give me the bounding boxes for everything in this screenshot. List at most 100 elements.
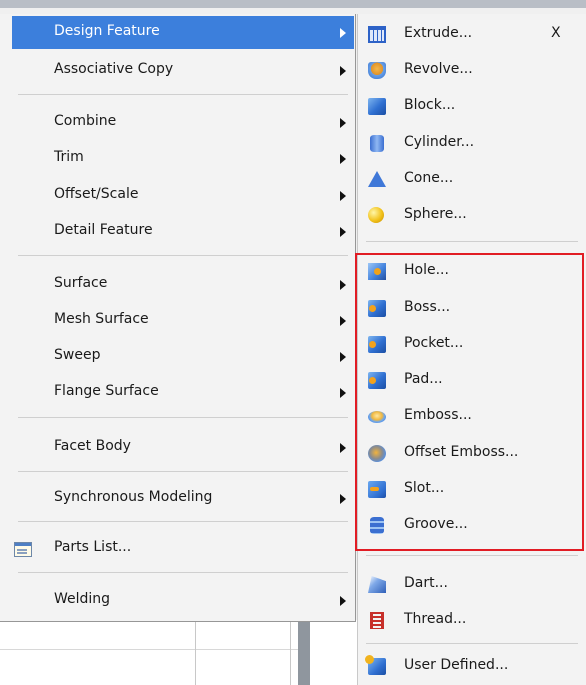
- submenu-item-sphere[interactable]: Sphere...: [358, 199, 586, 232]
- slot-icon: [368, 481, 386, 498]
- submenu-item-label: User Defined...: [404, 657, 509, 673]
- submenu-item-thread[interactable]: Thread...: [358, 604, 586, 637]
- submenu-arrow-icon: [340, 66, 346, 76]
- submenu-item-label: Thread...: [404, 611, 467, 627]
- submenu-item-user-defined[interactable]: User Defined...: [358, 650, 586, 683]
- menu-separator: [18, 521, 348, 522]
- parts-list-icon: [14, 542, 32, 557]
- menu-item-label: Synchronous Modeling: [54, 489, 213, 505]
- background-col-divider: [195, 620, 196, 685]
- menu-item-label: Design Feature: [54, 23, 160, 39]
- cylinder-icon: [370, 135, 384, 152]
- submenu-arrow-icon: [340, 191, 346, 201]
- submenu-item-boss[interactable]: Boss...: [358, 292, 586, 325]
- submenu-item-emboss[interactable]: Emboss...: [358, 400, 586, 433]
- submenu-item-cylinder[interactable]: Cylinder...: [358, 127, 586, 160]
- submenu-arrow-icon: [340, 352, 346, 362]
- cone-icon: [368, 171, 386, 187]
- menu-item-welding[interactable]: Welding: [0, 584, 354, 617]
- menu-item-parts-list[interactable]: Parts List...: [0, 532, 354, 565]
- menu-separator: [18, 572, 348, 573]
- offset-emboss-icon: [368, 445, 386, 462]
- menu-item-label: Trim: [54, 149, 84, 165]
- submenu-item-pad[interactable]: Pad...: [358, 364, 586, 397]
- menu-separator: [18, 94, 348, 95]
- menu-item-synchronous-modeling[interactable]: Synchronous Modeling: [0, 482, 354, 515]
- submenu-item-offset-emboss[interactable]: Offset Emboss...: [358, 437, 586, 470]
- menu-item-trim[interactable]: Trim: [0, 142, 354, 175]
- submenu-arrow-icon: [340, 227, 346, 237]
- hole-icon: [368, 263, 386, 280]
- background-splitter[interactable]: [298, 620, 310, 685]
- sphere-icon: [368, 207, 384, 223]
- menu-item-combine[interactable]: Combine: [0, 106, 354, 139]
- submenu-item-cone[interactable]: Cone...: [358, 163, 586, 196]
- menu-item-facet-body[interactable]: Facet Body: [0, 431, 354, 464]
- menu-item-label: Detail Feature: [54, 222, 153, 238]
- submenu-item-slot[interactable]: Slot...: [358, 473, 586, 506]
- submenu-item-revolve[interactable]: Revolve...: [358, 54, 586, 87]
- menu-item-offset-scale[interactable]: Offset/Scale: [0, 179, 354, 212]
- submenu-separator: [366, 643, 578, 644]
- dart-icon: [368, 576, 386, 593]
- background-window-titlebar: [0, 0, 586, 8]
- menu-item-detail-feature[interactable]: Detail Feature: [0, 215, 354, 248]
- design-feature-submenu: Extrude... X Revolve... Block... Cylinde…: [357, 14, 586, 685]
- submenu-item-label: Boss...: [404, 299, 451, 315]
- submenu-item-label: Pocket...: [404, 335, 464, 351]
- submenu-item-label: Slot...: [404, 480, 445, 496]
- block-icon: [368, 98, 386, 115]
- submenu-arrow-icon: [340, 316, 346, 326]
- submenu-item-label: Emboss...: [404, 407, 472, 423]
- menu-item-label: Mesh Surface: [54, 311, 149, 327]
- submenu-item-label: Pad...: [404, 371, 443, 387]
- submenu-item-label: Hole...: [404, 262, 449, 278]
- submenu-item-label: Dart...: [404, 575, 448, 591]
- submenu-item-dart[interactable]: Dart...: [358, 568, 586, 601]
- submenu-item-label: Offset Emboss...: [404, 444, 519, 460]
- menu-item-surface[interactable]: Surface: [0, 268, 354, 301]
- submenu-separator: [366, 555, 578, 556]
- submenu-item-label: Cylinder...: [404, 134, 475, 150]
- submenu-item-groove[interactable]: Groove...: [358, 509, 586, 542]
- groove-icon: [370, 517, 384, 534]
- menu-item-label: Parts List...: [54, 539, 132, 555]
- submenu-item-pocket[interactable]: Pocket...: [358, 328, 586, 361]
- shortcut-key: X: [551, 25, 561, 41]
- menu-item-mesh-surface[interactable]: Mesh Surface: [0, 304, 354, 337]
- background-row-divider: [0, 649, 300, 650]
- menu-item-label: Combine: [54, 113, 117, 129]
- menu-item-label: Sweep: [54, 347, 101, 363]
- submenu-item-label: Revolve...: [404, 61, 473, 77]
- submenu-arrow-icon: [340, 118, 346, 128]
- menu-item-flange-surface[interactable]: Flange Surface: [0, 376, 354, 409]
- submenu-item-label: Groove...: [404, 516, 468, 532]
- submenu-arrow-icon: [340, 154, 346, 164]
- submenu-separator: [366, 241, 578, 242]
- user-defined-icon: [365, 655, 386, 675]
- insert-menu: Design Feature Associative Copy Combine …: [0, 14, 356, 622]
- menu-item-label: Welding: [54, 591, 111, 607]
- submenu-arrow-icon: [340, 596, 346, 606]
- submenu-item-label: Cone...: [404, 170, 454, 186]
- menu-separator: [18, 471, 348, 472]
- background-col-divider: [290, 620, 291, 685]
- submenu-item-label: Sphere...: [404, 206, 467, 222]
- menu-separator: [18, 255, 348, 256]
- menu-item-design-feature[interactable]: Design Feature: [12, 16, 354, 49]
- menu-item-associative-copy[interactable]: Associative Copy: [0, 54, 354, 87]
- menu-item-label: Surface: [54, 275, 108, 291]
- submenu-item-hole[interactable]: Hole...: [358, 255, 586, 288]
- extrude-icon: [368, 26, 386, 43]
- boss-icon: [368, 300, 386, 317]
- revolve-icon: [368, 62, 386, 79]
- submenu-item-extrude[interactable]: Extrude... X: [358, 18, 586, 51]
- menu-item-sweep[interactable]: Sweep: [0, 340, 354, 373]
- menu-item-label: Flange Surface: [54, 383, 159, 399]
- submenu-arrow-icon: [340, 494, 346, 504]
- thread-icon: [370, 612, 384, 629]
- submenu-item-block[interactable]: Block...: [358, 90, 586, 123]
- submenu-item-label: Extrude...: [404, 25, 473, 41]
- emboss-icon: [368, 411, 386, 423]
- menu-separator: [18, 417, 348, 418]
